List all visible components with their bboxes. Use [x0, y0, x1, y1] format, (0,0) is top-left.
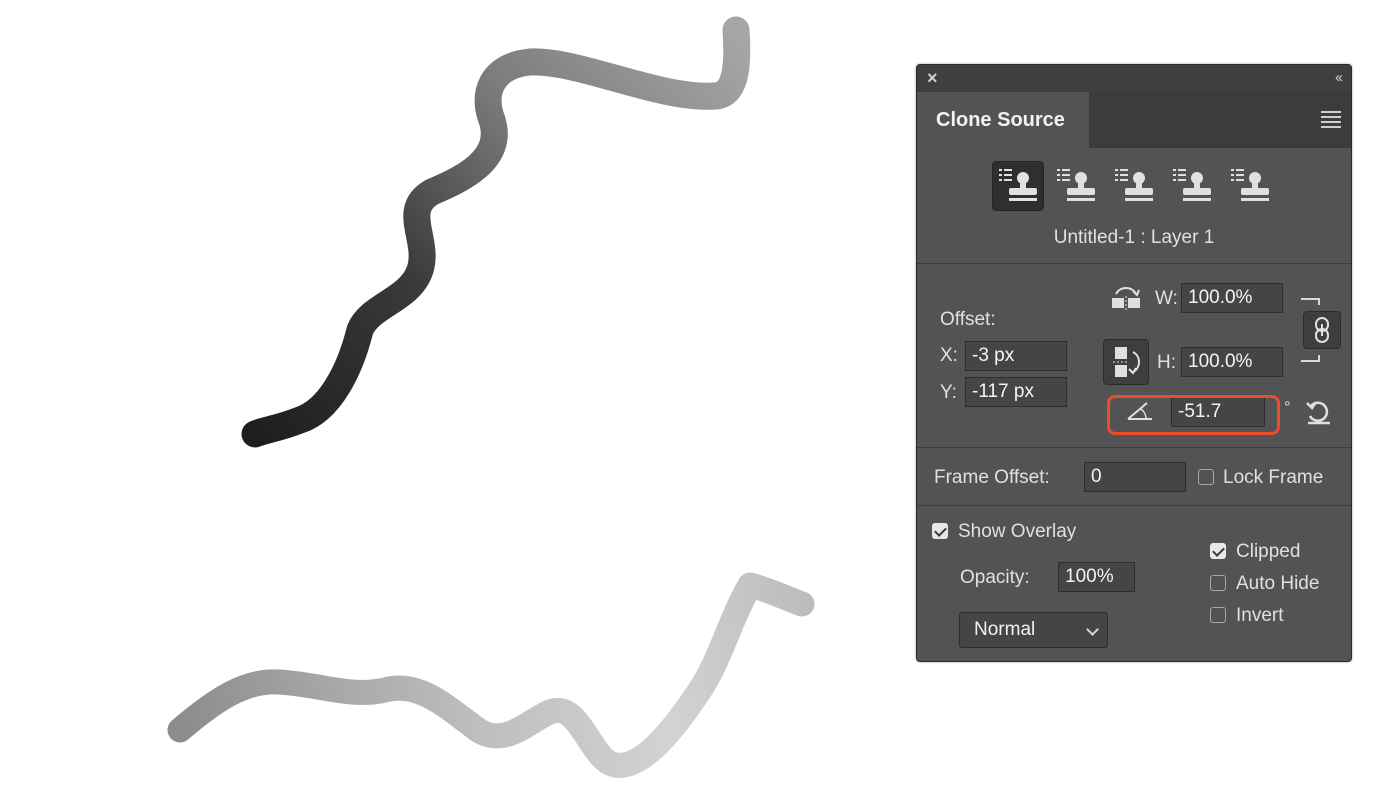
- offset-x-field[interactable]: -3 px: [965, 341, 1067, 371]
- blend-mode-select[interactable]: Normal: [959, 612, 1108, 648]
- chevron-down-icon: [1086, 623, 1099, 636]
- opacity-label: Opacity:: [960, 567, 1030, 588]
- clone-stamp-icon: [1115, 169, 1153, 201]
- link-icon: [1315, 317, 1329, 343]
- clone-stamp-icon: [999, 169, 1037, 201]
- reset-icon: [1306, 401, 1330, 425]
- source-document-name: Untitled-1 : Layer 1: [1053, 227, 1215, 248]
- h-label: H:: [1157, 352, 1176, 373]
- clone-source-1-button[interactable]: [992, 161, 1044, 211]
- show-overlay-checkbox[interactable]: [932, 523, 948, 539]
- invert-label: Invert: [1236, 605, 1284, 626]
- maintain-aspect-ratio-button[interactable]: [1303, 311, 1341, 349]
- width-field[interactable]: 100.0%: [1181, 283, 1283, 313]
- flip-horizontal-button[interactable]: [1109, 283, 1143, 311]
- y-label: Y:: [940, 382, 957, 403]
- height-field[interactable]: 100.0%: [1181, 347, 1283, 377]
- panel-titlebar: × ‹‹: [917, 65, 1351, 92]
- opacity-field[interactable]: 100%: [1058, 562, 1135, 592]
- auto-hide-checkbox[interactable]: [1210, 575, 1226, 591]
- clone-source-panel: × ‹‹ Clone Source Untitled-1: Layer 1 O…: [916, 64, 1352, 662]
- flip-vertical-button[interactable]: [1103, 339, 1149, 385]
- frame-offset-field[interactable]: 0: [1084, 462, 1186, 492]
- w-label: W:: [1155, 288, 1178, 309]
- brush-stroke-dark: [241, 16, 751, 448]
- show-overlay-label: Show Overlay: [958, 521, 1077, 542]
- flip-vertical-icon: [1113, 347, 1140, 377]
- frame-offset-label: Frame Offset:: [934, 467, 1050, 488]
- lock-frame-checkbox[interactable]: [1198, 469, 1214, 485]
- clone-source-4-button[interactable]: [1166, 161, 1218, 211]
- divider: [917, 263, 1351, 264]
- lock-frame-label: Lock Frame: [1223, 467, 1324, 488]
- clipped-label: Clipped: [1236, 541, 1301, 562]
- brush-stroke-light: [167, 572, 815, 778]
- tab-clone-source[interactable]: Clone Source: [917, 92, 1089, 148]
- offset-y-field[interactable]: -117 px: [965, 377, 1067, 407]
- clone-source-5-button[interactable]: [1224, 161, 1276, 211]
- clone-stamp-icon: [1231, 169, 1269, 201]
- clone-source-2-button[interactable]: [1050, 161, 1102, 211]
- clone-stamp-icon: [1057, 169, 1095, 201]
- clone-stamp-icon: [1173, 169, 1211, 201]
- offset-label: Offset:: [940, 309, 996, 330]
- clone-source-3-button[interactable]: [1108, 161, 1160, 211]
- clone-source-buttons: [992, 161, 1276, 213]
- collapse-panel-icon[interactable]: ‹‹: [1335, 68, 1343, 88]
- auto-hide-label: Auto Hide: [1236, 573, 1320, 594]
- panel-menu-icon[interactable]: [1321, 111, 1341, 128]
- invert-checkbox[interactable]: [1210, 607, 1226, 623]
- degree-symbol: °: [1284, 399, 1291, 416]
- panel-tabbar: Clone Source: [917, 92, 1351, 148]
- clipped-checkbox[interactable]: [1210, 543, 1226, 559]
- divider: [917, 447, 1351, 448]
- x-label: X:: [940, 345, 958, 366]
- close-icon[interactable]: ×: [927, 68, 938, 88]
- flip-horizontal-icon: [1112, 287, 1140, 310]
- blend-mode-value: Normal: [974, 619, 1036, 640]
- reset-transform-button[interactable]: [1303, 397, 1333, 427]
- angle-highlight-box: [1107, 395, 1280, 435]
- divider: [917, 505, 1351, 506]
